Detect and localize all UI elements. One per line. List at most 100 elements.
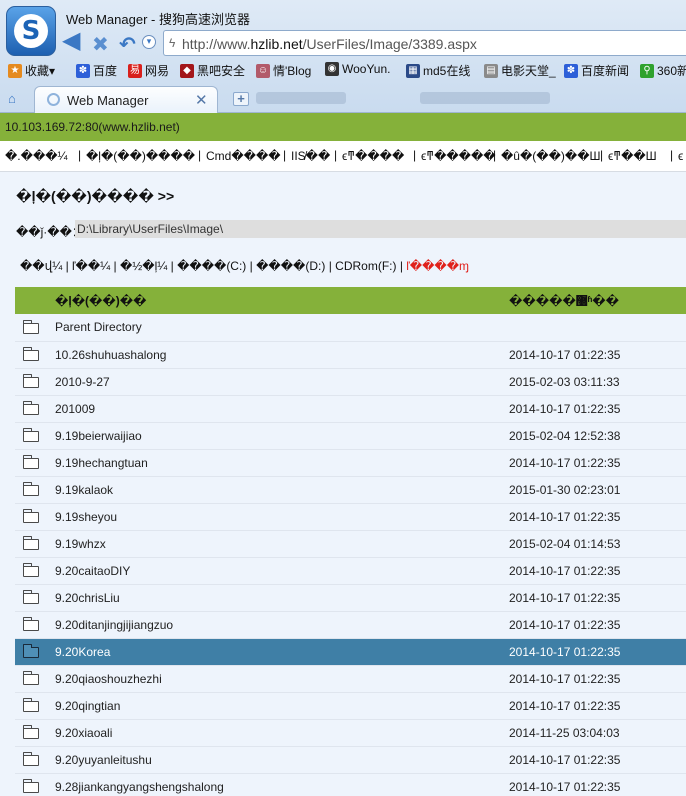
row-icon-cell bbox=[15, 503, 55, 531]
table-row[interactable]: 9.19kalaok 2015-01-30 02:23:01 bbox=[15, 476, 686, 504]
address-url[interactable]: http://www.hzlib.net/UserFiles/Image/338… bbox=[182, 36, 477, 52]
blurred-tab[interactable] bbox=[420, 92, 550, 104]
bookmark-360[interactable]: ⚲ 360新 bbox=[640, 62, 686, 79]
new-tab-button[interactable]: + bbox=[233, 92, 249, 106]
file-name[interactable]: 9.20chrisLiu bbox=[55, 584, 509, 612]
table-row[interactable]: 9.20chrisLiu 2014-10-17 01:22:35 bbox=[15, 584, 686, 612]
bookmark-favorites[interactable]: ★ 收藏▾ bbox=[8, 62, 55, 79]
grid-icon: ▦ bbox=[406, 63, 420, 78]
table-row[interactable]: 9.20caitaoDIY 2014-10-17 01:22:35 bbox=[15, 557, 686, 585]
header-modified-time[interactable]: �����޸ʱ�� bbox=[509, 287, 686, 314]
menu-item[interactable]: �.���¼ bbox=[5, 149, 68, 163]
file-name[interactable]: 10.26shuhuashalong bbox=[55, 341, 509, 369]
table-row[interactable]: 10.26shuhuashalong 2014-10-17 01:22:35 bbox=[15, 341, 686, 369]
table-row[interactable]: 2010-9-27 2015-02-03 03:11:33 bbox=[15, 368, 686, 396]
sogou-logo-icon[interactable]: S bbox=[6, 6, 56, 56]
star-icon: ★ bbox=[8, 63, 22, 78]
address-bar[interactable]: ϟ http://www.hzlib.net/UserFiles/Image/3… bbox=[163, 30, 686, 56]
table-row[interactable]: 9.19beierwaijiao 2015-02-04 12:52:38 bbox=[15, 422, 686, 450]
bookmark-baidu[interactable]: ✽ 百度 bbox=[76, 62, 117, 79]
bookmark-heiba[interactable]: ◆ 黑吧安全 bbox=[180, 62, 245, 79]
bookmark-qing-blog[interactable]: ☺ 情'Blog bbox=[256, 62, 311, 79]
bookmark-baidu-news[interactable]: ✽ 百度新闻 bbox=[564, 62, 629, 79]
table-row[interactable]: 9.19hechangtuan 2014-10-17 01:22:35 bbox=[15, 449, 686, 477]
bookmark-wooyun[interactable]: ◉ WooYun. bbox=[325, 62, 390, 76]
file-modified-time: 2014-10-17 01:22:35 bbox=[509, 557, 686, 585]
menu-separator: | bbox=[600, 148, 604, 162]
file-name[interactable]: 9.19whzx bbox=[55, 530, 509, 558]
drive-link[interactable]: ľ��¼ bbox=[72, 259, 110, 273]
file-name[interactable]: 9.20yuyanleitushu bbox=[55, 746, 509, 774]
back-icon[interactable]: ◀ bbox=[62, 28, 80, 52]
row-icon-cell bbox=[15, 422, 55, 450]
tab-web-manager[interactable]: Web Manager ✕ bbox=[34, 86, 218, 113]
folder-icon bbox=[23, 400, 39, 415]
drive-separator: | bbox=[113, 259, 117, 273]
search-icon: ⚲ bbox=[640, 63, 654, 78]
menu-item[interactable]: ϵͳ���� bbox=[342, 149, 404, 163]
table-row[interactable]: 9.19whzx 2015-02-04 01:14:53 bbox=[15, 530, 686, 558]
table-row[interactable]: 9.20yuyanleitushu 2014-10-17 01:22:35 bbox=[15, 746, 686, 774]
row-icon-cell bbox=[15, 449, 55, 477]
file-name[interactable]: 9.28jiankangyangshengshalong bbox=[55, 773, 509, 796]
baidu-paw-icon: ✽ bbox=[564, 63, 578, 78]
drive-link[interactable]: ����(C:) bbox=[177, 259, 246, 273]
tab-strip: ⌂ Web Manager ✕ + bbox=[0, 84, 686, 113]
chevron-down-icon[interactable]: ▾ bbox=[142, 35, 156, 49]
path-field[interactable] bbox=[75, 220, 686, 238]
drive-link[interactable]: ��վ¼ bbox=[20, 259, 62, 273]
home-icon[interactable]: ⌂ bbox=[8, 91, 24, 106]
table-row[interactable]: Parent Directory bbox=[15, 314, 686, 342]
file-name[interactable]: 9.19hechangtuan bbox=[55, 449, 509, 477]
row-icon-cell bbox=[15, 611, 55, 639]
file-manager-panel: �ļ�(��)���� >> ��ǰ·��： ��վ¼ | ľ��¼ | �½�… bbox=[0, 172, 686, 796]
table-row[interactable]: 9.20qiaoshouzhezhi 2014-10-17 01:22:35 bbox=[15, 665, 686, 693]
table-row[interactable]: 9.19sheyou 2014-10-17 01:22:35 bbox=[15, 503, 686, 531]
menu-item[interactable]: Cmd���� bbox=[206, 149, 281, 163]
table-row[interactable]: 9.20ditanjingjijiangzuo 2014-10-17 01:22:… bbox=[15, 611, 686, 639]
file-name[interactable]: 9.20Korea bbox=[55, 638, 509, 666]
drive-link[interactable]: �½�ļ¼ bbox=[120, 259, 167, 273]
drive-link[interactable]: CDRom(F:) bbox=[335, 259, 396, 273]
file-name[interactable]: 9.20qiaoshouzhezhi bbox=[55, 665, 509, 693]
file-name[interactable]: 9.19sheyou bbox=[55, 503, 509, 531]
blurred-tab[interactable] bbox=[256, 92, 346, 104]
table-row[interactable]: 9.20qingtian 2014-10-17 01:22:35 bbox=[15, 692, 686, 720]
table-row[interactable]: 201009 2014-10-17 01:22:35 bbox=[15, 395, 686, 423]
table-row[interactable]: 9.20xiaoali 2014-11-25 03:04:03 bbox=[15, 719, 686, 747]
file-name[interactable]: 9.19beierwaijiao bbox=[55, 422, 509, 450]
stop-icon[interactable]: ✖ bbox=[92, 34, 109, 54]
file-name[interactable]: 9.20caitaoDIY bbox=[55, 557, 509, 585]
file-table: �ļ�(��)�� �����޸ʱ�� Parent Directory 10.2… bbox=[15, 287, 686, 796]
menu-item[interactable]: ϵͳ����� bbox=[421, 149, 496, 163]
bookmark-md5[interactable]: ▦ md5在线 bbox=[406, 62, 470, 79]
file-name[interactable]: 2010-9-27 bbox=[55, 368, 509, 396]
file-name[interactable]: 9.20xiaoali bbox=[55, 719, 509, 747]
file-name[interactable]: Parent Directory bbox=[55, 314, 509, 342]
menu-item[interactable]: �ļ�(��)���� bbox=[86, 149, 195, 163]
drive-link[interactable]: ����(D:) bbox=[256, 259, 325, 273]
undo-refresh-icon[interactable]: ↶ bbox=[119, 34, 136, 54]
file-name[interactable]: 201009 bbox=[55, 395, 509, 423]
menu-item[interactable]: ϵ bbox=[678, 149, 683, 163]
close-icon[interactable]: ✕ bbox=[195, 91, 208, 109]
drive-separator: | bbox=[249, 259, 253, 273]
file-modified-time: 2014-10-17 01:22:35 bbox=[509, 638, 686, 666]
menu-item[interactable]: IIS̸�� bbox=[291, 149, 330, 163]
table-row[interactable]: 9.28jiankangyangshengshalong 2014-10-17 0… bbox=[15, 773, 686, 796]
row-icon-cell bbox=[15, 530, 55, 558]
drive-link-highlight[interactable]: ľ����ɱ bbox=[406, 259, 469, 273]
bookmark-163[interactable]: 易网易 bbox=[128, 62, 169, 79]
menu-item[interactable]: �û�(��)��Ш bbox=[501, 149, 601, 163]
drive-separator: | bbox=[399, 259, 403, 273]
file-name[interactable]: 9.19kalaok bbox=[55, 476, 509, 504]
header-name[interactable]: �ļ�(��)�� bbox=[55, 287, 509, 314]
file-modified-time: 2015-02-04 01:14:53 bbox=[509, 530, 686, 558]
table-row[interactable]: 9.20Korea 2014-10-17 01:22:35 bbox=[15, 638, 686, 666]
file-modified-time: 2014-10-17 01:22:35 bbox=[509, 503, 686, 531]
menu-item[interactable]: ϵͳ��Ш bbox=[608, 149, 657, 163]
file-name[interactable]: 9.20ditanjingjijiangzuo bbox=[55, 611, 509, 639]
menu-separator: | bbox=[493, 148, 497, 162]
file-name[interactable]: 9.20qingtian bbox=[55, 692, 509, 720]
bookmark-dytt[interactable]: ▤ 电影天堂_ bbox=[484, 62, 556, 79]
